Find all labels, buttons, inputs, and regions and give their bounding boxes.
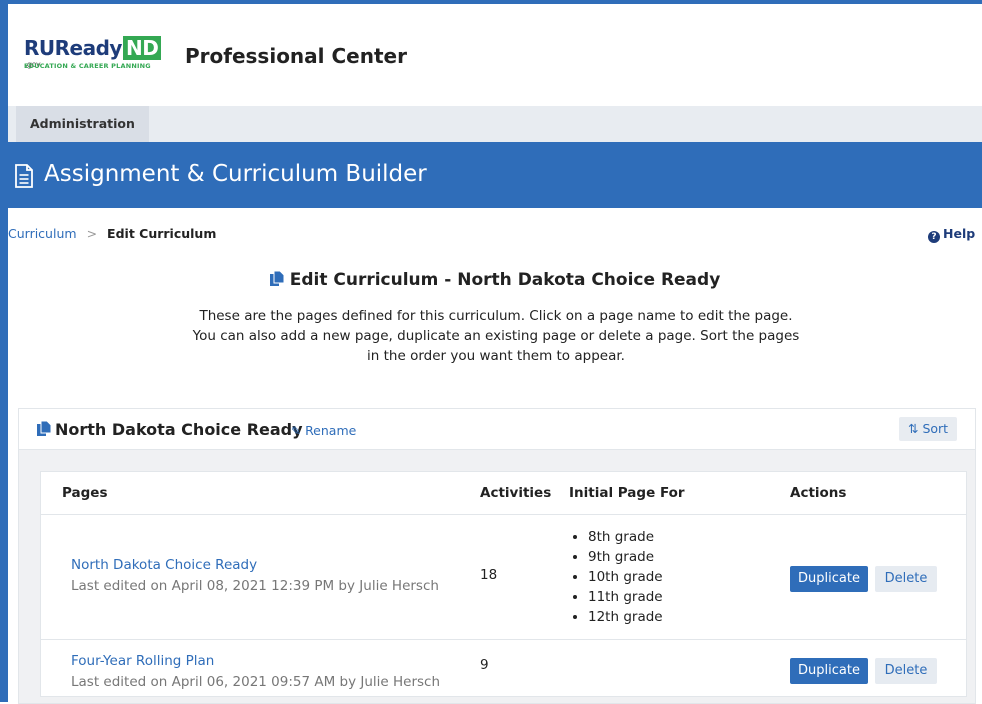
- copy-document-icon: [269, 271, 284, 286]
- page-title: Edit Curriculum - North Dakota Choice Re…: [8, 270, 982, 290]
- breadcrumb-current: Edit Curriculum: [107, 226, 217, 241]
- breadcrumb-separator: >: [86, 226, 98, 241]
- curriculum-panel: North Dakota Choice Ready ✎ Rename ⇅ Sort…: [18, 408, 976, 704]
- grade-item: 12th grade: [588, 607, 663, 627]
- sort-label: Sort: [922, 421, 949, 436]
- admin-nav-bar: Administration: [8, 106, 982, 142]
- rename-label: Rename: [305, 423, 357, 438]
- tab-administration[interactable]: Administration: [16, 106, 149, 142]
- table-row: Four-Year Rolling Plan Last edited on Ap…: [41, 640, 966, 696]
- duplicate-button[interactable]: Duplicate: [790, 658, 868, 684]
- logo-wordmark: RUReady ND.gov: [24, 36, 172, 84]
- curriculum-name-text: North Dakota Choice Ready: [55, 420, 303, 439]
- delete-button[interactable]: Delete: [875, 658, 937, 684]
- grade-item: 10th grade: [588, 567, 663, 587]
- column-header-initial-page-for: Initial Page For: [569, 485, 685, 501]
- page-name-link[interactable]: Four-Year Rolling Plan: [71, 653, 214, 669]
- document-icon: [15, 164, 33, 188]
- curriculum-panel-header: North Dakota Choice Ready ✎ Rename ⇅ Sort: [19, 409, 975, 450]
- grade-item: 8th grade: [588, 527, 663, 547]
- activities-count: 18: [480, 567, 498, 583]
- help-icon: ?: [928, 231, 940, 243]
- page-banner-title: Assignment & Curriculum Builder: [44, 161, 427, 187]
- help-link[interactable]: ? Help: [928, 226, 975, 243]
- sort-icon: ⇅: [908, 421, 923, 436]
- page-last-edited: Last edited on April 06, 2021 09:57 AM b…: [71, 674, 441, 690]
- initial-page-grades: 8th grade 9th grade 10th grade 11th grad…: [569, 527, 663, 627]
- app-title: Professional Center: [185, 44, 407, 68]
- table-row: North Dakota Choice Ready Last edited on…: [41, 515, 966, 640]
- activities-count: 9: [480, 657, 489, 673]
- app-header: RUReady ND.gov EDUCATION & CAREER PLANNIN…: [8, 4, 982, 106]
- breadcrumb-curriculum-link[interactable]: Curriculum: [8, 226, 77, 241]
- breadcrumb: Curriculum > Edit Curriculum: [8, 226, 216, 241]
- column-header-pages: Pages: [62, 485, 108, 501]
- grade-item: 11th grade: [588, 587, 663, 607]
- edit-curriculum-heading: Edit Curriculum - North Dakota Choice Re…: [289, 270, 721, 290]
- page: RUReady ND.gov EDUCATION & CAREER PLANNIN…: [8, 4, 982, 704]
- page-last-edited: Last edited on April 08, 2021 12:39 PM b…: [71, 578, 439, 594]
- grade-item: 9th grade: [588, 547, 663, 567]
- page-description: These are the pages defined for this cur…: [192, 308, 800, 364]
- window-frame-left: [0, 0, 8, 702]
- curriculum-name: North Dakota Choice Ready: [37, 420, 303, 439]
- table-header-row: Pages Activities Initial Page For Action…: [41, 472, 966, 515]
- delete-button[interactable]: Delete: [875, 566, 937, 592]
- column-header-actions: Actions: [790, 485, 847, 501]
- rename-link[interactable]: ✎ Rename: [291, 423, 356, 438]
- copy-document-icon: [37, 421, 51, 436]
- page-banner: Assignment & Curriculum Builder: [8, 142, 982, 208]
- pencil-icon: ✎: [291, 424, 302, 438]
- logo-tagline: EDUCATION & CAREER PLANNING: [24, 62, 151, 70]
- rureadynd-logo[interactable]: RUReady ND.gov EDUCATION & CAREER PLANNIN…: [24, 36, 172, 78]
- help-label: Help: [943, 226, 976, 241]
- column-header-activities: Activities: [480, 485, 552, 501]
- duplicate-button[interactable]: Duplicate: [790, 566, 868, 592]
- sort-button[interactable]: ⇅ Sort: [899, 417, 958, 441]
- page-name-link[interactable]: North Dakota Choice Ready: [71, 557, 257, 573]
- pages-table: Pages Activities Initial Page For Action…: [40, 471, 967, 697]
